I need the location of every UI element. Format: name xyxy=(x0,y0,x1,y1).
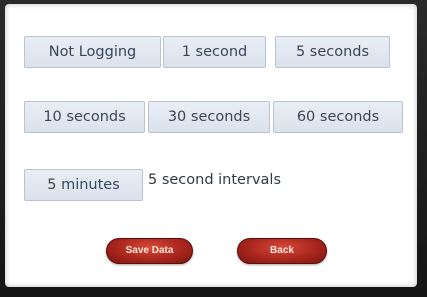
option-not-logging[interactable]: Not Logging xyxy=(24,36,161,68)
option-5-minutes[interactable]: 5 minutes xyxy=(24,169,143,201)
save-data-button[interactable]: Save Data xyxy=(106,238,193,264)
option-30-seconds[interactable]: 30 seconds xyxy=(148,101,270,133)
device-bezel: Not Logging 1 second 5 seconds 10 second… xyxy=(0,0,427,297)
option-5-seconds[interactable]: 5 seconds xyxy=(275,36,390,68)
option-10-seconds[interactable]: 10 seconds xyxy=(24,101,145,133)
touch-screen: Not Logging 1 second 5 seconds 10 second… xyxy=(5,4,417,287)
current-interval-status: 5 second intervals xyxy=(148,172,281,188)
option-1-second[interactable]: 1 second xyxy=(163,36,266,68)
back-button[interactable]: Back xyxy=(237,238,327,264)
option-60-seconds[interactable]: 60 seconds xyxy=(273,101,403,133)
